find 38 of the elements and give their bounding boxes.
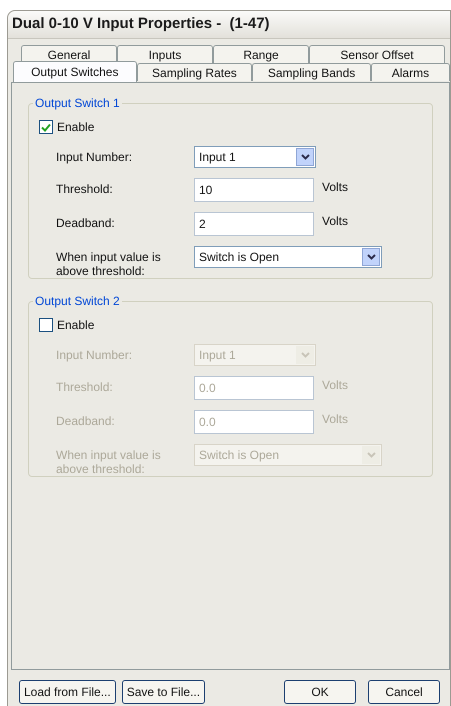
field-label: When input value is above threshold: — [56, 447, 162, 476]
tab[interactable]: Sampling Rates — [136, 63, 252, 81]
caret-icon — [300, 352, 310, 358]
unit-label: Volts — [322, 179, 348, 196]
group-title: Output Switch 1 — [33, 96, 122, 110]
tab[interactable]: Sensor Offset — [309, 45, 445, 63]
group-title: Output Switch 2 — [33, 294, 122, 308]
caret-icon — [366, 452, 376, 458]
tab[interactable]: Range — [213, 45, 309, 63]
caret-icon — [366, 254, 376, 260]
tab[interactable]: Output Switches — [13, 61, 137, 82]
check-icon — [41, 122, 51, 132]
file-button[interactable]: Save to File... — [122, 680, 206, 704]
dropdown[interactable]: Switch is Open — [194, 246, 382, 268]
unit-label: Volts — [322, 377, 348, 394]
field-label: Input Number: — [56, 347, 134, 362]
field-label: Threshold: — [56, 379, 114, 394]
enable-label: Enable — [57, 317, 94, 334]
dropdown[interactable]: Input 1 — [194, 146, 316, 168]
tab[interactable]: Inputs — [117, 45, 213, 63]
unit-label: Volts — [322, 411, 348, 428]
field-label: Input Number: — [56, 149, 134, 164]
text-field[interactable]: 2 — [194, 212, 314, 236]
window-title: Dual 0-10 V Input Properties - (1-47) — [12, 14, 270, 34]
text-field[interactable]: 10 — [194, 178, 314, 202]
dialog-button[interactable]: Cancel — [368, 680, 440, 704]
enable-label: Enable — [57, 119, 94, 136]
field-label: When input value is above threshold: — [56, 249, 162, 278]
file-button[interactable]: Load from File... — [19, 680, 116, 704]
tab[interactable]: Sampling Bands — [252, 63, 371, 81]
dialog-button[interactable]: OK — [284, 680, 356, 704]
enable-checkbox[interactable] — [39, 120, 53, 134]
field-label: Threshold: — [56, 181, 114, 196]
caret-icon — [300, 154, 310, 160]
tab[interactable]: Alarms — [370, 63, 450, 81]
unit-label: Volts — [322, 213, 348, 230]
field-label: Deadband: — [56, 215, 116, 230]
field-label: Deadband: — [56, 413, 116, 428]
